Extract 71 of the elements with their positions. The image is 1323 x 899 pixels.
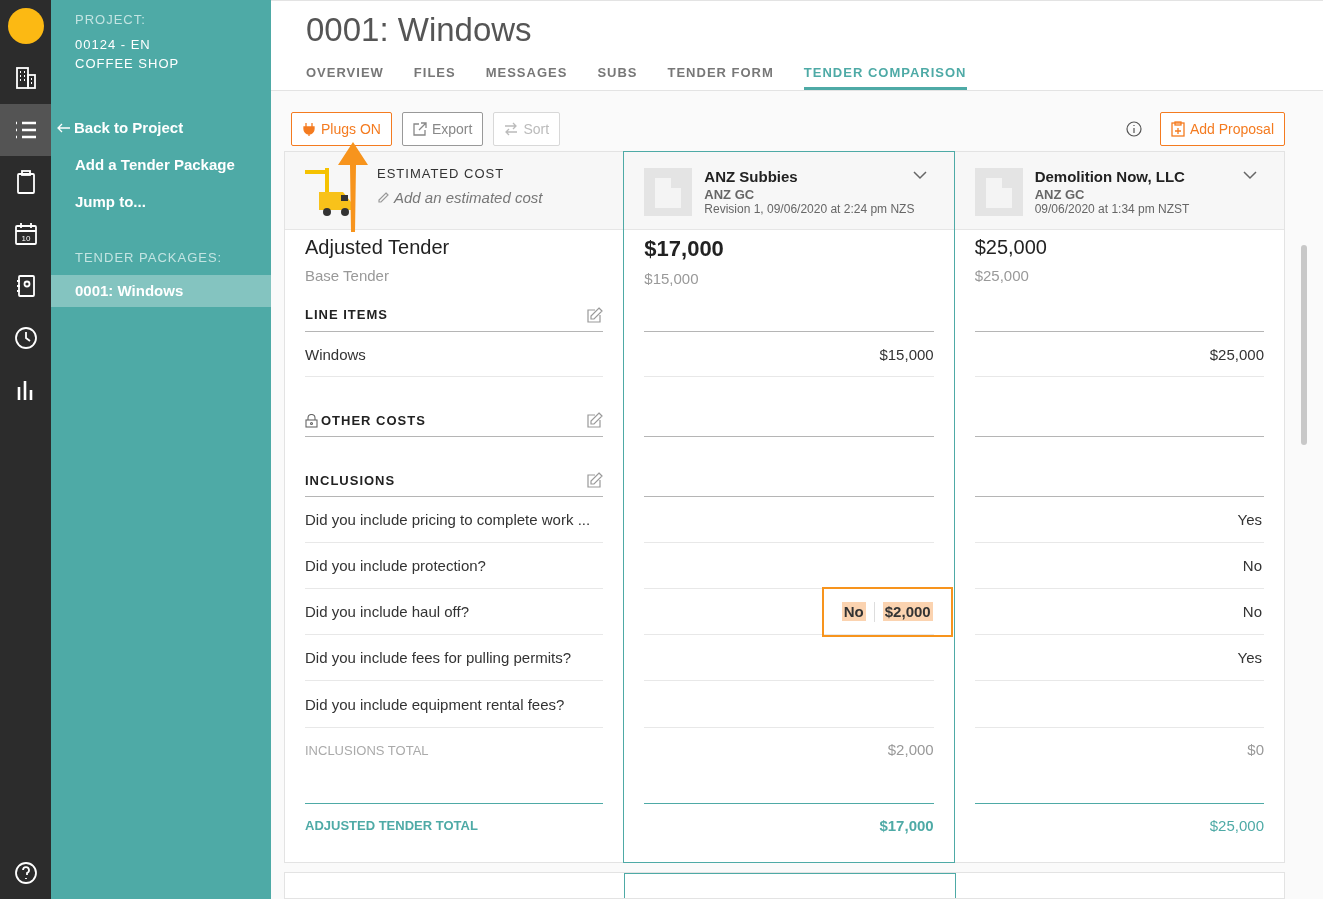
tab[interactable]: MESSAGES [485,65,568,90]
bidder-name: Demolition Now, LLC [1034,168,1185,186]
scrollbar-thumb[interactable] [1301,245,1307,446]
tab[interactable]: TENDER COMPARISON [803,65,967,90]
adjusted-total-value: $25,000 [1209,817,1264,835]
sidebar-link[interactable]: Jump to... [51,183,271,220]
help-icon [12,860,39,886]
line-item-value: $25,000 [1209,345,1264,363]
bidder-name: ANZ Subbies [704,168,798,186]
tab[interactable]: OVERVIEW [306,65,384,90]
inclusions-total-value: $0 [1247,741,1264,759]
base-amount: $25,000 [974,267,1030,285]
inclusion-question: Did you include equipment rental fees? [305,695,565,713]
answer-text: No [841,602,866,622]
edit-icon[interactable] [587,472,604,489]
chevron-down-icon[interactable] [911,170,928,181]
proposal-date: 09/06/2020 at 1:34 pm NZST [1034,202,1191,217]
company-name: ANZ GC [1034,187,1086,203]
inclusion-question: Did you include pricing to complete work ... [305,511,591,529]
package-item[interactable]: 0001: Windows [51,275,271,307]
inclusion-question: Did you include protection? [305,557,486,575]
add-proposal-button[interactable]: Add Proposal [1159,111,1285,146]
sort-icon [504,121,519,136]
clipboard-plus-icon [1170,120,1185,137]
answer-text: Yes [1236,648,1263,668]
inclusions-total-value: $2,000 [887,741,934,759]
line-item-value: $15,000 [879,345,934,363]
adjusted-amount: $25,000 [974,236,1048,260]
price-text: $2,000 [882,602,933,622]
avatar-icon[interactable] [7,8,44,44]
answer-text: No [1241,556,1263,576]
inclusions-total-label: INCLUSIONS TOTAL [305,743,429,759]
line-item-name: Windows [305,345,366,363]
edit-icon[interactable] [587,412,604,429]
answer-text: No [1241,602,1263,622]
estimated-cost-label: ESTIMATED COST [377,166,506,182]
base-tender-label: Base Tender [305,267,390,285]
proposal-date: Revision 1, 09/06/2020 at 2:24 pm NZS [704,202,916,217]
edit-icon[interactable] [587,306,604,323]
section-title: OTHER COSTS [321,413,426,429]
toolbar-button[interactable]: Plugs ON [291,111,392,146]
chevron-down-icon[interactable] [1242,170,1258,181]
tab[interactable]: SUBS [597,65,638,90]
adjusted-total-label: ADJUSTED TENDER TOTAL [305,818,478,834]
inclusion-question: Did you include fees for pulling permits? [305,649,571,667]
adjusted-amount: $17,000 [644,236,725,263]
inclusion-question: Did you include haul off? [305,603,469,621]
clock-icon [12,325,39,351]
export-icon [412,121,427,136]
info-icon[interactable] [1125,120,1142,137]
section-title: INCLUSIONS [305,473,396,489]
company-name: ANZ GC [704,187,756,203]
tab[interactable]: TENDER FORM [667,65,774,90]
add-estimated-cost-link[interactable]: Add an estimated cost [377,189,543,207]
project-name: COFFEE SHOP [74,55,181,73]
pencil-icon [377,191,389,204]
project-label: PROJECT: [74,12,147,27]
tab[interactable]: FILES [413,65,456,90]
base-amount: $15,000 [644,270,700,288]
page-title: 0001: Windows [306,11,533,50]
sidebar-link[interactable]: Add a Tender Package [51,146,271,183]
back-link[interactable]: Back to Project [51,109,271,146]
packages-label: TENDER PACKAGES: [74,250,224,265]
project-name: 00124 - EN [74,36,152,54]
adjusted-tender-label: Adjusted Tender [305,236,451,260]
arrow-left-icon [57,122,71,133]
section-title: LINE ITEMS [305,307,388,323]
toolbar-button[interactable]: Export [401,111,484,146]
adjusted-total-value: $17,000 [879,817,934,835]
plug-icon [302,121,316,136]
answer-text: Yes [1236,510,1263,530]
